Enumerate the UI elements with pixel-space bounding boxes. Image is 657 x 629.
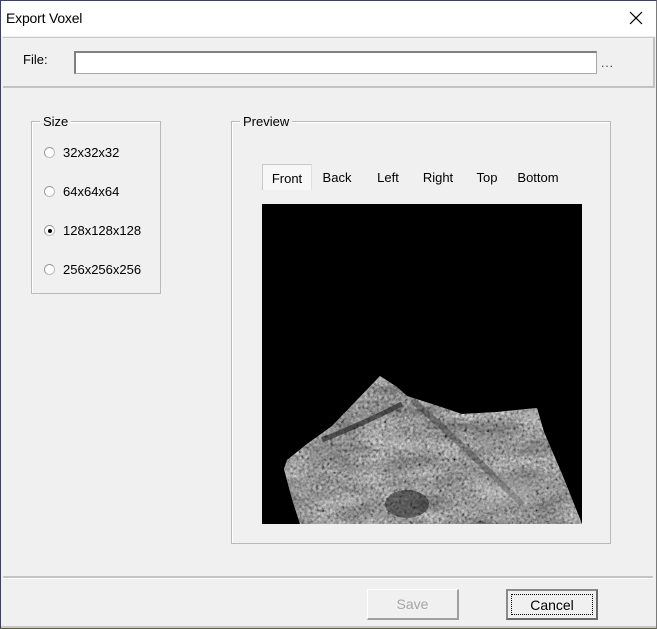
tab-left[interactable]: Left — [368, 164, 408, 190]
focus-rectangle — [511, 594, 593, 615]
button-area-separator — [3, 576, 653, 579]
size-option-label: 32x32x32 — [63, 145, 120, 160]
radio-button-icon[interactable] — [44, 147, 55, 158]
preview-groupbox: Preview Front Back Left Right Top Bottom — [231, 114, 611, 544]
size-group-label: Size — [40, 114, 72, 129]
tab-top[interactable]: Top — [469, 164, 505, 190]
size-option-256[interactable]: 256x256x256 — [44, 262, 141, 277]
size-groupbox: Size 32x32x32 64x64x64 128x128x128 256x2… — [31, 114, 161, 294]
file-panel: File: ... — [3, 37, 655, 88]
size-option-label: 256x256x256 — [63, 262, 142, 277]
size-option-32[interactable]: 32x32x32 — [44, 145, 119, 160]
close-button[interactable] — [619, 5, 653, 31]
size-option-label: 64x64x64 — [63, 184, 120, 199]
radio-button-icon[interactable] — [44, 186, 55, 197]
tab-bottom[interactable]: Bottom — [512, 164, 564, 190]
window-title: Export Voxel — [6, 10, 83, 26]
size-option-64[interactable]: 64x64x64 — [44, 184, 119, 199]
voxel-preview-image — [262, 204, 582, 524]
tab-back[interactable]: Back — [314, 164, 360, 190]
title-bar[interactable]: Export Voxel — [1, 1, 656, 36]
save-button-label: Save — [396, 596, 429, 612]
cancel-button[interactable]: Cancel — [506, 589, 598, 620]
tab-right[interactable]: Right — [415, 164, 461, 190]
file-path-input[interactable] — [74, 51, 597, 74]
size-option-128[interactable]: 128x128x128 — [44, 223, 141, 238]
tab-front[interactable]: Front — [262, 164, 312, 190]
radio-button-icon[interactable] — [44, 264, 55, 275]
radio-button-selected-icon[interactable] — [44, 225, 55, 236]
close-x-icon — [629, 11, 643, 25]
export-voxel-dialog: Export Voxel File: ... Size 32x32x32 64x… — [0, 0, 657, 629]
preview-group-label: Preview — [240, 114, 293, 129]
size-option-label: 128x128x128 — [63, 223, 142, 238]
voxel-terrain-render — [284, 376, 582, 524]
file-label: File: — [23, 52, 48, 67]
browse-button[interactable]: ... — [601, 56, 614, 70]
save-button[interactable]: Save — [367, 589, 459, 620]
